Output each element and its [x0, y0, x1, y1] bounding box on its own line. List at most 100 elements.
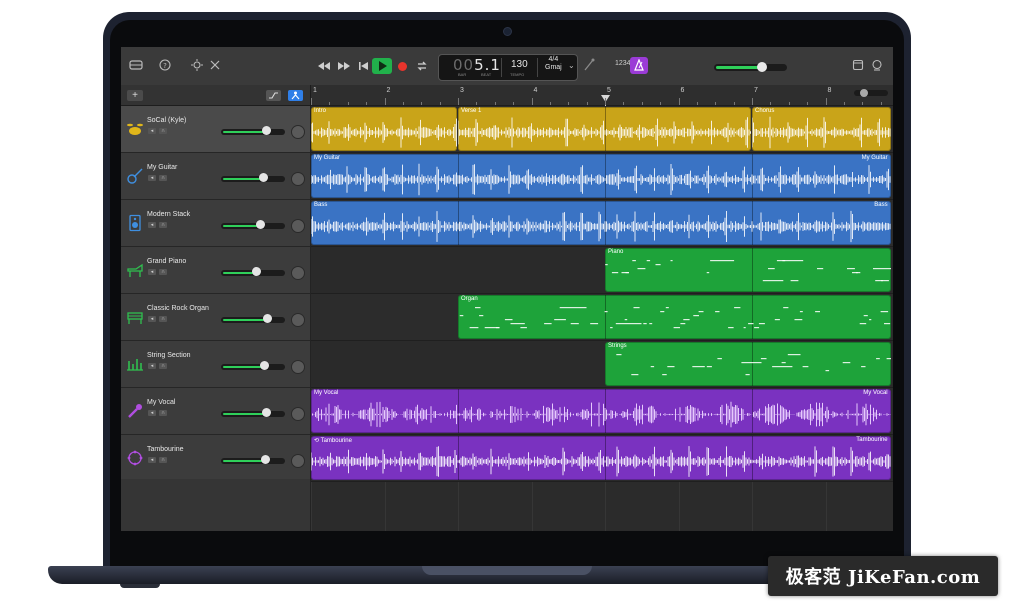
ruler-subtick	[347, 102, 349, 105]
editors-icon[interactable]	[209, 59, 225, 73]
play-button[interactable]	[372, 58, 392, 74]
mute-button[interactable]: ◂	[148, 128, 156, 134]
record-button[interactable]	[398, 62, 407, 71]
volume-knob[interactable]	[262, 126, 271, 135]
track-name: Classic Rock Organ	[147, 305, 209, 312]
track-name: Tambourine	[147, 446, 184, 453]
pan-knob[interactable]	[291, 125, 305, 139]
count-in-button[interactable]: 1234	[615, 60, 631, 67]
region-audio[interactable]: Bass Bass	[311, 201, 891, 245]
track-header[interactable]: My Vocal ◂ ∩	[121, 388, 310, 435]
region-name-end: My Vocal	[863, 390, 888, 396]
mute-button[interactable]: ◂	[148, 457, 156, 463]
mute-button[interactable]: ◂	[148, 222, 156, 228]
lcd-bar-label: BAR	[458, 72, 467, 77]
master-volume-fill	[716, 66, 761, 69]
headphones-icon[interactable]: ∩	[159, 457, 167, 463]
volume-knob[interactable]	[262, 408, 271, 417]
metronome-icon	[634, 58, 644, 71]
headphones-icon[interactable]: ∩	[159, 128, 167, 134]
region-audio[interactable]: Verse 1	[458, 107, 751, 151]
region-name: Intro	[314, 108, 327, 114]
mute-button[interactable]: ◂	[148, 316, 156, 322]
track-header[interactable]: Classic Rock Organ ◂ ∩	[121, 294, 310, 341]
automation-button[interactable]	[266, 90, 281, 101]
rewind-icon[interactable]	[317, 58, 331, 74]
ruler-bar-number: 5	[607, 87, 611, 94]
pan-knob[interactable]	[291, 172, 305, 186]
headphones-icon[interactable]: ∩	[159, 269, 167, 275]
region-audio[interactable]: Intro	[311, 107, 457, 151]
note-pad-icon[interactable]	[852, 59, 868, 73]
lcd-display[interactable]: 005.1 BAR BEAT 130 TEMPO 4/4 Gmaj ⌄	[438, 54, 578, 81]
track-header[interactable]: SoCal (Kyle) ◂ ∩	[121, 106, 310, 153]
automation-icon	[269, 92, 278, 99]
fast-forward-icon[interactable]	[337, 58, 351, 74]
volume-knob[interactable]	[256, 220, 265, 229]
midi-notes	[459, 307, 891, 329]
mute-button[interactable]: ◂	[148, 269, 156, 275]
track-filter-button[interactable]	[288, 90, 303, 101]
ruler-subtick	[476, 102, 478, 105]
track-header[interactable]: String Section ◂ ∩	[121, 341, 310, 388]
region-name: My Guitar	[314, 155, 341, 161]
region-name-end: Tambourine	[856, 437, 888, 443]
mute-button[interactable]: ◂	[148, 410, 156, 416]
mute-button[interactable]: ◂	[148, 363, 156, 369]
pan-knob[interactable]	[291, 454, 305, 468]
volume-knob[interactable]	[263, 314, 272, 323]
pan-knob[interactable]	[291, 313, 305, 327]
region-audio[interactable]: Chorus	[752, 107, 891, 151]
chevron-down-icon[interactable]: ⌄	[568, 61, 575, 70]
headphones-icon[interactable]: ∩	[159, 316, 167, 322]
metronome-button[interactable]	[630, 57, 648, 74]
ruler-subtick	[623, 102, 625, 105]
lcd-tempo-label: TEMPO	[510, 72, 525, 77]
garageband-window: ? 005.1 BAR BEAT 130 TEMPO 4/4 Gmaj ⌄ 12…	[121, 47, 893, 531]
go-to-beginning-icon[interactable]	[357, 58, 369, 74]
region-audio[interactable]: ⟲ Tambourine Tambourine	[311, 436, 891, 480]
headphones-icon[interactable]: ∩	[159, 363, 167, 369]
track-header[interactable]: Modern Stack ◂ ∩	[121, 200, 310, 247]
toolbar: ? 005.1 BAR BEAT 130 TEMPO 4/4 Gmaj ⌄ 12…	[121, 47, 893, 86]
mute-button[interactable]: ◂	[148, 175, 156, 181]
help-icon[interactable]: ?	[159, 59, 175, 73]
volume-knob[interactable]	[259, 173, 268, 182]
headphones-icon[interactable]: ∩	[159, 410, 167, 416]
region-name: My Vocal	[314, 390, 339, 396]
track-header[interactable]: Tambourine ◂ ∩	[121, 435, 310, 482]
region-midi[interactable]: Strings	[605, 342, 891, 386]
region-vocal[interactable]: My Vocal My Vocal	[311, 389, 891, 433]
pan-knob[interactable]	[291, 360, 305, 374]
region-midi[interactable]: Piano	[605, 248, 891, 292]
pan-knob[interactable]	[291, 219, 305, 233]
cycle-icon[interactable]	[415, 58, 429, 74]
volume-knob[interactable]	[260, 361, 269, 370]
master-volume-knob[interactable]	[757, 62, 767, 72]
headphones-icon[interactable]: ∩	[159, 175, 167, 181]
amp-icon	[126, 214, 144, 232]
ruler-subtick	[402, 102, 404, 105]
zoom-knob[interactable]	[860, 89, 868, 97]
smart-controls-icon[interactable]	[190, 59, 206, 73]
library-icon[interactable]	[129, 59, 145, 73]
ruler-subtick	[641, 102, 643, 105]
pan-knob[interactable]	[291, 266, 305, 280]
add-track-button[interactable]: +	[127, 90, 143, 101]
track-header[interactable]: My Guitar ◂ ∩	[121, 153, 310, 200]
headphones-icon[interactable]: ∩	[159, 222, 167, 228]
lcd-tempo: 130	[511, 59, 528, 70]
track-name: My Guitar	[147, 164, 178, 171]
region-audio[interactable]: My Guitar My Guitar	[311, 154, 891, 198]
volume-knob[interactable]	[261, 455, 270, 464]
ruler-tick	[311, 98, 312, 105]
track-header[interactable]: Grand Piano ◂ ∩	[121, 247, 310, 294]
guitar-icon	[126, 167, 144, 185]
pan-knob[interactable]	[291, 407, 305, 421]
tuner-icon[interactable]	[583, 58, 595, 72]
volume-knob[interactable]	[252, 267, 261, 276]
ruler-subtick	[586, 102, 588, 105]
region-midi[interactable]: Organ	[458, 295, 891, 339]
loop-browser-icon[interactable]	[871, 59, 887, 73]
ruler-tick	[825, 98, 827, 105]
